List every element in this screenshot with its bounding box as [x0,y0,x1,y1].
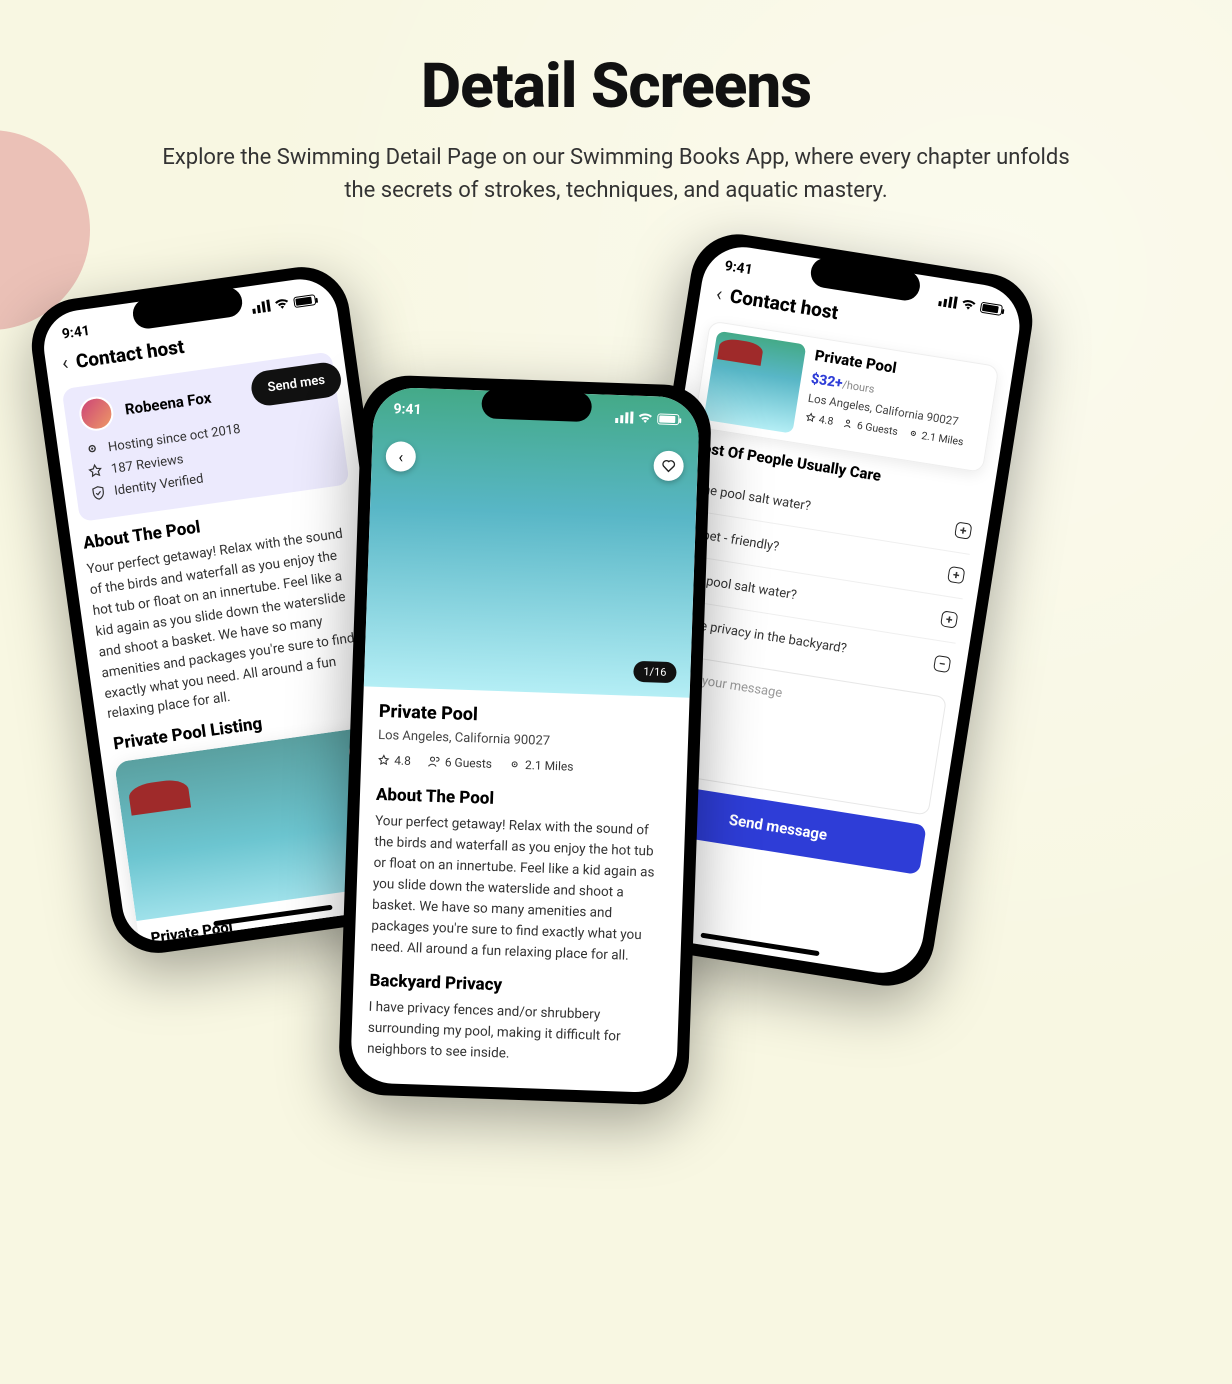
send-message-pill[interactable]: Send mes [249,360,343,407]
signal-icon [938,294,958,309]
guests-icon [842,418,855,431]
battery-icon [657,413,679,425]
star-icon [86,462,104,480]
summary-price: $32+ [810,371,844,392]
back-icon[interactable]: ‹ [715,281,725,306]
back-icon[interactable]: ‹ [60,350,69,375]
image-counter: 1/16 [633,661,677,683]
reviews-count: 187 Reviews [110,452,184,477]
wifi-icon [273,297,291,311]
backyard-body: I have privacy fences and/or shrubbery s… [367,997,663,1070]
pin-icon [83,441,101,459]
summary-guests: 6 Guests [856,419,899,438]
guests-icon [427,755,441,769]
summary-image [703,331,806,434]
pool-title: Private Pool [379,701,674,732]
collapse-icon[interactable]: − [933,655,951,673]
back-button[interactable]: ‹ [385,441,416,472]
shield-icon [89,484,107,502]
about-body: Your perfect getaway! Relax with the sou… [86,522,379,726]
status-time: 9:41 [723,258,753,278]
phone-mockup-2: 9:41 ‹ 1/16 Private Pool L [338,374,713,1106]
guests-value: 6 Guests [445,755,493,771]
heart-icon [660,458,677,475]
star-icon [377,753,390,766]
expand-icon[interactable]: + [947,566,965,584]
pool-meta: 4.8 6 Guests 2.1 Miles [377,753,671,777]
home-indicator [700,932,819,956]
pin-icon [907,428,920,441]
status-icons [251,293,316,314]
status-time: 9:41 [393,401,422,418]
chevron-left-icon: ‹ [398,447,403,466]
summary-price-per: /hours [841,378,875,396]
signal-icon [251,300,270,314]
favorite-button[interactable] [653,450,684,481]
about-body: Your perfect getaway! Relax with the sou… [370,811,669,968]
rating-value: 4.8 [394,753,411,768]
host-name: Robeena Fox [124,389,213,419]
battery-icon [980,301,1003,315]
expand-icon[interactable]: + [954,521,972,539]
signal-icon [615,411,633,424]
host-avatar [77,394,115,432]
device-notch [481,388,592,422]
hero-image: 9:41 ‹ 1/16 [364,387,700,698]
pool-location: Los Angeles, California 90027 [378,728,672,753]
miles-value: 2.1 Miles [525,758,574,774]
battery-icon [293,294,316,308]
backyard-heading: Backyard Privacy [369,971,664,1001]
about-heading: About The Pool [376,785,671,815]
status-icons [615,409,680,427]
wifi-icon [637,412,653,425]
summary-miles: 2.1 Miles [921,429,965,448]
pin-icon [508,758,521,771]
expand-icon[interactable]: + [940,610,958,628]
identity-verified: Identity Verified [113,471,204,498]
star-icon [804,412,817,425]
summary-rating: 4.8 [818,413,834,428]
wifi-icon [960,297,978,311]
status-time: 9:41 [61,323,91,343]
